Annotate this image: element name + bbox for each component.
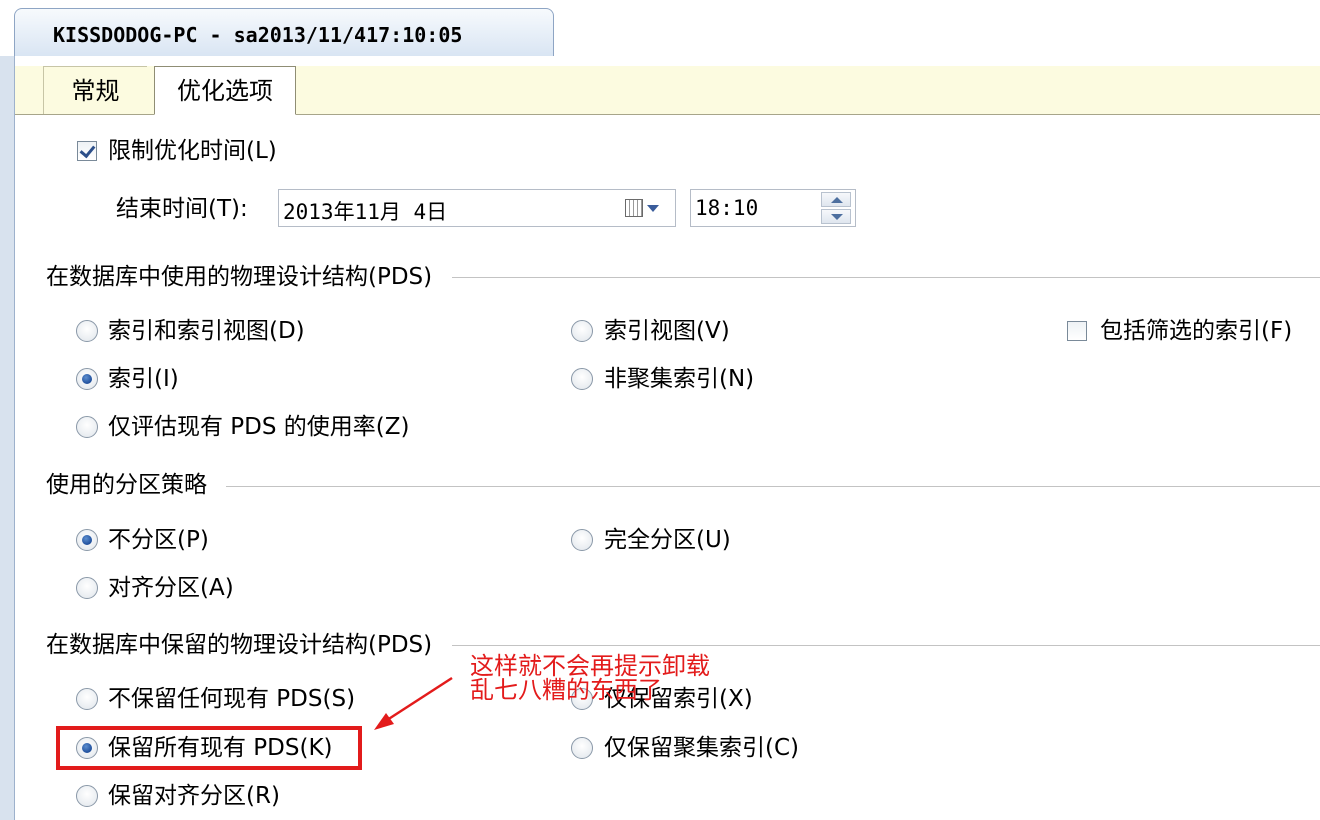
label-indexed-views: 索引视图(V) <box>604 318 730 344</box>
calendar-icon[interactable] <box>625 199 643 217</box>
document-tab-bar: KISSDODOG-PC - sa2013/11/417:10:05 <box>0 0 1320 57</box>
radio-keep-clustered[interactable] <box>571 737 593 759</box>
document-tab-title: KISSDODOG-PC - sa2013/11/417:10:05 <box>53 23 463 47</box>
section-pds-use-title: 在数据库中使用的物理设计结构(PDS) <box>46 264 433 290</box>
annotation-text-line2: 乱七八糟的东西了 <box>470 676 662 704</box>
chevron-down-icon[interactable] <box>647 205 659 212</box>
end-date-picker[interactable]: 2013年11月 4日 <box>278 189 676 227</box>
end-time-value: 18:10 <box>695 196 759 220</box>
radio-nonclustered[interactable] <box>571 368 593 390</box>
radio-evaluate-existing[interactable] <box>76 416 98 438</box>
radio-keep-aligned[interactable] <box>76 785 98 807</box>
options-tab-strip: 常规 优化选项 <box>15 66 1320 115</box>
label-no-partition: 不分区(P) <box>108 527 209 553</box>
label-keep-aligned: 保留对齐分区(R) <box>108 783 280 809</box>
label-indexes: 索引(I) <box>108 366 179 392</box>
radio-indexed-views[interactable] <box>571 320 593 342</box>
tab-tuning-options[interactable]: 优化选项 <box>154 66 296 115</box>
radio-indexes[interactable] <box>76 368 98 390</box>
radio-no-partition[interactable] <box>76 529 98 551</box>
section-partition-title: 使用的分区策略 <box>46 472 207 498</box>
label-full-partition: 完全分区(U) <box>604 527 731 553</box>
label-aligned-partition: 对齐分区(A) <box>108 575 234 601</box>
annotation-highlight-box <box>56 726 362 770</box>
section-divider <box>452 645 1320 646</box>
left-panel-edge <box>0 56 15 820</box>
end-time-label: 结束时间(T): <box>116 196 248 222</box>
radio-full-partition[interactable] <box>571 529 593 551</box>
label-keep-clustered: 仅保留聚集索引(C) <box>604 735 800 761</box>
document-tab[interactable]: KISSDODOG-PC - sa2013/11/417:10:05 <box>14 8 554 56</box>
end-time-stepper[interactable]: 18:10 <box>690 189 856 227</box>
label-nonclustered: 非聚集索引(N) <box>604 366 755 392</box>
radio-index-and-views[interactable] <box>76 320 98 342</box>
spin-up-button[interactable] <box>821 192 851 207</box>
tab-general[interactable]: 常规 <box>43 66 147 114</box>
limit-time-label: 限制优化时间(L) <box>108 138 277 164</box>
spin-down-button[interactable] <box>821 209 851 224</box>
limit-time-checkbox[interactable] <box>77 141 97 161</box>
include-filtered-checkbox[interactable] <box>1067 321 1087 341</box>
time-spinner[interactable] <box>821 192 851 224</box>
radio-aligned-partition[interactable] <box>76 577 98 599</box>
end-date-value: 2013年11月 4日 <box>283 200 448 224</box>
label-evaluate-existing: 仅评估现有 PDS 的使用率(Z) <box>108 414 410 440</box>
section-divider <box>226 486 1320 487</box>
label-keep-none: 不保留任何现有 PDS(S) <box>108 686 356 712</box>
annotation-arrow-icon <box>374 676 453 730</box>
section-divider <box>452 277 1320 278</box>
radio-keep-none[interactable] <box>76 688 98 710</box>
label-index-and-views: 索引和索引视图(D) <box>108 318 305 344</box>
section-pds-keep-title: 在数据库中保留的物理设计结构(PDS) <box>46 632 433 658</box>
include-filtered-label: 包括筛选的索引(F) <box>1100 318 1293 344</box>
